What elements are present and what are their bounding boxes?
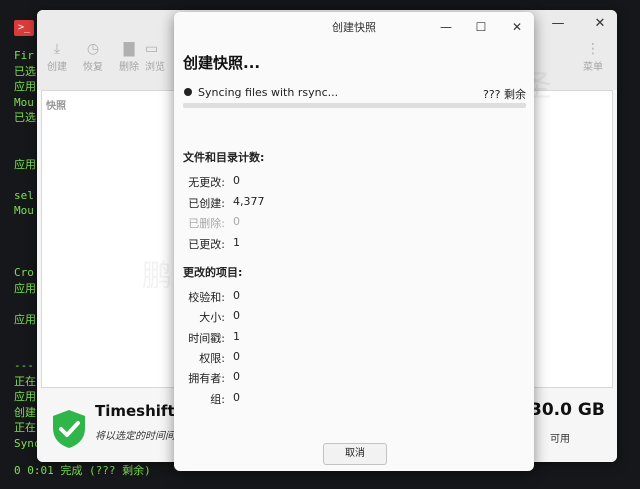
dialog-heading: 创建快照... — [183, 54, 261, 72]
change-label: 校验和: — [188, 291, 225, 304]
count-value: 0 — [233, 215, 240, 228]
main-minimize-icon[interactable]: — — [548, 14, 568, 34]
change-value: 0 — [233, 370, 240, 384]
main-close-icon[interactable]: ✕ — [590, 14, 610, 34]
browse-icon: ▭ — [145, 41, 159, 57]
change-label: 时间戳: — [188, 331, 225, 345]
browse-button[interactable]: ▭ 浏览 — [145, 40, 175, 73]
delete-button[interactable]: ▇ 删除 — [111, 40, 147, 73]
menu-button[interactable]: ⋮ 菜单 — [575, 40, 611, 73]
spinner-icon — [184, 88, 192, 96]
change-label: 组: — [210, 392, 225, 406]
change-label: 大小: — [199, 311, 225, 325]
create-snapshot-dialog: 创建快照 — ☐ ✕ 创建快照... Syncing files with rs… — [174, 12, 534, 471]
change-value: 0 — [233, 289, 240, 302]
shield-check-icon — [53, 410, 85, 448]
status-message: Syncing files with rsync... — [198, 86, 339, 99]
time-remaining: ??? 剩余 — [482, 88, 526, 101]
change-value: 1 — [233, 329, 240, 343]
count-value: 1 — [233, 235, 240, 249]
terminal-icon[interactable]: >_ — [14, 20, 34, 36]
list-header-snapshot[interactable]: 快照 — [46, 97, 66, 112]
count-label: 已创建: — [188, 196, 225, 210]
restore-icon: ◷ — [86, 41, 100, 57]
change-label: 拥有者: — [188, 372, 225, 386]
minimize-icon[interactable]: — — [437, 18, 455, 36]
restore-button[interactable]: ◷ 恢复 — [75, 40, 111, 73]
count-value: 0 — [233, 174, 240, 187]
maximize-icon[interactable]: ☐ — [472, 18, 490, 36]
change-value: 0 — [233, 309, 240, 323]
change-value: 0 — [233, 349, 240, 363]
count-label: 无更改: — [188, 176, 225, 189]
progress-bar — [183, 103, 526, 108]
disk-free-label: 可用 — [550, 434, 570, 445]
count-label: 已删除: — [188, 217, 225, 230]
close-icon[interactable]: ✕ — [508, 18, 526, 36]
changes-section-title: 更改的项目: — [183, 266, 243, 279]
change-value: 0 — [233, 390, 240, 404]
create-icon: ⤓ — [53, 41, 61, 57]
disk-free-size: 30.0 GB — [530, 400, 605, 420]
watermark: 鹏 — [142, 259, 172, 294]
delete-icon: ▇ — [123, 41, 135, 57]
counts-section-title: 文件和目录计数: — [183, 151, 265, 164]
count-value: 4,377 — [233, 194, 265, 208]
cancel-button[interactable]: 取消 — [323, 443, 387, 465]
change-label: 权限: — [199, 351, 225, 365]
count-label: 已更改: — [188, 237, 225, 251]
create-button[interactable]: ⤓ 创建 — [39, 40, 75, 73]
menu-icon: ⋮ — [586, 41, 600, 57]
app-status-description: 将以选定的时间间 — [95, 431, 175, 442]
